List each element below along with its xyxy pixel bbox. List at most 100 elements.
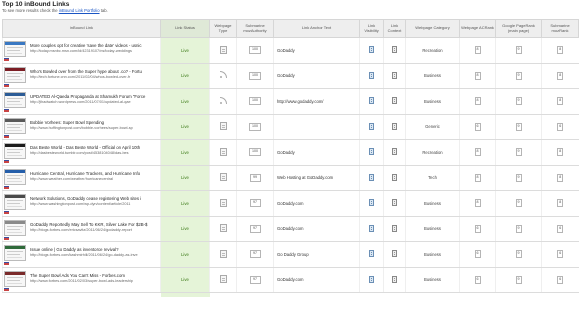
inbound-url[interactable]: http://blogs.forbes.com/ericsavitz/2011/…	[30, 228, 157, 232]
inbound-title[interactable]: Who's Bowled over from the Super hype ab…	[30, 69, 157, 74]
table-row[interactable]: Das Beste World - Das Beste World - Offi…	[2, 139, 579, 166]
col-link-status[interactable]: Link Status	[160, 19, 210, 38]
col-submarine-rank[interactable]: Submarine mozAuthority	[236, 19, 274, 38]
col-inbound-link[interactable]: inBound Link	[2, 19, 161, 38]
table-row[interactable]: Who's Bowled over from the Super hype ab…	[2, 63, 579, 89]
inbound-link-cell[interactable]: Das Beste World - Das Beste World - Offi…	[2, 139, 161, 166]
pagerank-cell: 9	[495, 241, 542, 268]
context-icon[interactable]	[392, 46, 397, 54]
context-icon[interactable]	[392, 97, 397, 105]
inbound-url[interactable]: http://www.huffingtonpost.com/bobbie-vor…	[30, 126, 157, 130]
context-icon[interactable]	[392, 122, 397, 130]
context-icon[interactable]	[392, 250, 397, 258]
mozrank-cell: 8	[541, 165, 579, 191]
page-thumbnail[interactable]	[4, 219, 26, 236]
inbound-url[interactable]: http://www.washingtonpost.com/wp-dyn/con…	[30, 202, 157, 206]
visibility-icon[interactable]	[369, 199, 374, 207]
page-thumbnail[interactable]	[4, 194, 26, 210]
submarine-rank-cell: 100	[236, 114, 274, 140]
webpage-category: Business	[405, 216, 460, 242]
acrank-value: 6	[474, 122, 481, 131]
inbound-link-cell[interactable]: GoDaddy Reportedly May Sell To KKR, Silv…	[2, 216, 161, 242]
visibility-icon[interactable]	[369, 173, 374, 181]
inbound-link-cell[interactable]: UPDATED Al-Qaeda Propaganda at Shamukh F…	[2, 88, 161, 115]
submarine-rank-cell: 100	[236, 63, 274, 89]
table-row[interactable]: Bobbie Vorhees: Super Bowl Spending http:…	[2, 114, 579, 140]
visibility-icon[interactable]	[369, 97, 374, 105]
inbound-url[interactable]: http://tech.fortune.cnn.com/2011/02/04/w…	[30, 75, 157, 79]
visibility-icon[interactable]	[369, 46, 374, 54]
inbound-url[interactable]: http://www.weather.com/weather/hurricane…	[30, 177, 157, 181]
page-thumbnail[interactable]	[4, 168, 26, 185]
inbound-title[interactable]: Issue online | Go Daddy as inventorce re…	[30, 247, 157, 252]
table-row[interactable]: Hurricane Central, Hurricane Trackers, a…	[2, 165, 579, 191]
webpage-type-cell	[209, 216, 237, 242]
inbound-link-cell[interactable]: Who's Bowled over from the Super hype ab…	[2, 63, 161, 89]
submarine-rank-cell: 97	[236, 267, 274, 293]
table-row[interactable]: More couples opt for creative 'save the …	[2, 37, 579, 64]
col-anchor-text[interactable]: Link Anchor Text	[273, 19, 360, 38]
mozrank-value: 8	[557, 199, 564, 208]
page-thumbnail[interactable]	[4, 143, 26, 159]
inbound-title[interactable]: Network Solutions, GoDaddy cease registe…	[30, 196, 157, 201]
col-webpage-type[interactable]: Webpage Type	[209, 19, 237, 38]
inbound-link-cell[interactable]: Issue online | Go Daddy as inventorce re…	[2, 241, 161, 268]
col-webpage-acrank[interactable]: Webpage ACRank	[459, 19, 496, 38]
inbound-url[interactable]: http://today.msnbc.msn.com/id/42319107/n…	[30, 49, 157, 53]
page-thumbnail[interactable]	[4, 41, 26, 57]
inbound-url[interactable]: http://blogs.forbes.com/kashmirhill/2011…	[30, 253, 157, 257]
inbound-link-cell[interactable]: Hurricane Central, Hurricane Trackers, a…	[2, 165, 161, 191]
col-link-context[interactable]: Link Context	[383, 19, 406, 38]
table-row[interactable]: The Super Bowl Ads You Can't Miss - Forb…	[2, 267, 579, 293]
acrank-value: 6	[474, 224, 481, 233]
context-icon[interactable]	[392, 173, 397, 181]
context-icon[interactable]	[392, 275, 397, 283]
visibility-icon[interactable]	[369, 71, 374, 79]
visibility-icon[interactable]	[369, 224, 374, 232]
inbound-title[interactable]: More couples opt for creative 'save the …	[30, 43, 157, 48]
inbound-link-cell[interactable]: Bobbie Vorhees: Super Bowl Spending http:…	[2, 114, 161, 140]
webpage-type-cell	[209, 114, 237, 140]
page-thumbnail[interactable]	[4, 117, 26, 134]
mozrank-cell: 6	[541, 114, 579, 140]
context-icon[interactable]	[392, 199, 397, 207]
webpage-type-cell	[209, 241, 237, 268]
col-webpage-category[interactable]: Webpage Category	[405, 19, 460, 38]
page-thumbnail[interactable]	[4, 92, 26, 108]
inbound-link-cell[interactable]: More couples opt for creative 'save the …	[2, 37, 161, 64]
col-link-visibility[interactable]: Link Visibility	[359, 19, 384, 38]
col-submarine-mozrank[interactable]: Submarine mozRank	[541, 19, 579, 38]
table-row[interactable]: Network Solutions, GoDaddy cease registe…	[2, 190, 579, 217]
table-row[interactable]: Issue online | Go Daddy as inventorce re…	[2, 241, 579, 268]
inbound-url[interactable]: http://dasbesteworld.tumblr.com/post/453…	[30, 151, 157, 155]
visibility-icon[interactable]	[369, 275, 374, 283]
table-row[interactable]: GoDaddy Reportedly May Sell To KKR, Silv…	[2, 216, 579, 242]
page-thumbnail[interactable]	[4, 66, 26, 83]
inbound-title[interactable]: Hurricane Central, Hurricane Trackers, a…	[30, 171, 157, 176]
portfolio-link[interactable]: inBound Link Portfolio	[59, 8, 100, 13]
acrank-cell: 8	[459, 88, 496, 115]
page-thumbnail[interactable]	[4, 245, 26, 261]
visibility-icon[interactable]	[369, 122, 374, 130]
visibility-icon[interactable]	[369, 250, 374, 258]
acrank-cell: 6	[459, 241, 496, 268]
col-google-pagerank[interactable]: Google PageRank (main page)	[495, 19, 542, 38]
context-icon[interactable]	[392, 148, 397, 156]
visibility-icon[interactable]	[369, 148, 374, 156]
inbound-link-cell[interactable]: Network Solutions, GoDaddy cease registe…	[2, 190, 161, 217]
page-thumbnail[interactable]	[4, 270, 26, 287]
context-icon[interactable]	[392, 224, 397, 232]
inbound-title[interactable]: UPDATED Al-Qaeda Propaganda at Shamukh F…	[30, 94, 157, 99]
inbound-title[interactable]: The Super Bowl Ads You Can't Miss - Forb…	[30, 273, 157, 278]
table-row[interactable]: UPDATED Al-Qaeda Propaganda at Shamukh F…	[2, 88, 579, 115]
inbound-link-cell[interactable]: The Super Bowl Ads You Can't Miss - Forb…	[2, 267, 161, 293]
link-visibility-cell	[359, 114, 384, 140]
pagerank-cell: 9	[495, 165, 542, 191]
inbound-title[interactable]: GoDaddy Reportedly May Sell To KKR, Silv…	[30, 222, 157, 227]
inbound-url[interactable]: http://www.forbes.com/2011/02/03/super-b…	[30, 279, 157, 283]
webpage-type-cell	[209, 165, 237, 191]
context-icon[interactable]	[392, 71, 397, 79]
inbound-title[interactable]: Bobbie Vorhees: Super Bowl Spending	[30, 120, 157, 125]
inbound-title[interactable]: Das Beste World - Das Beste World - Offi…	[30, 145, 157, 150]
inbound-url[interactable]: http://jihadwatch.wordpress.com/2011/07/…	[30, 100, 157, 104]
